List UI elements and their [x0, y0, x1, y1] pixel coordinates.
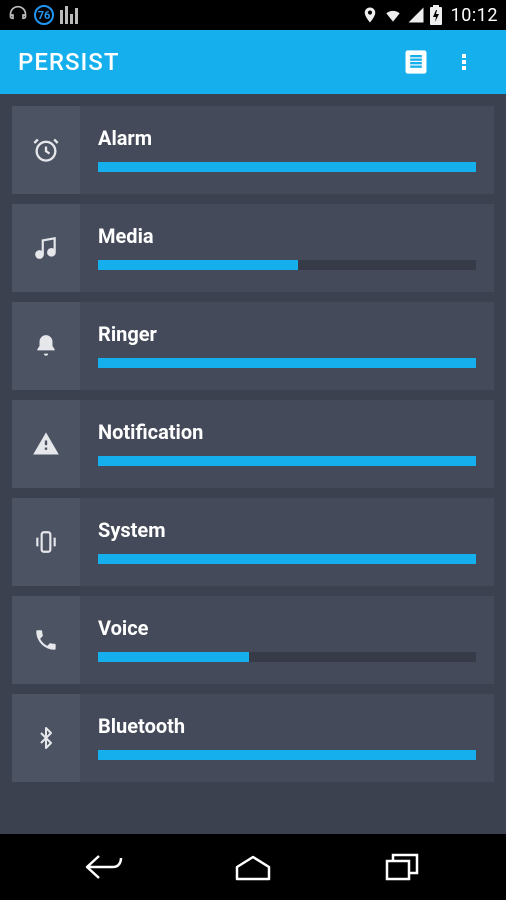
- volume-row-voice[interactable]: Voice: [12, 596, 494, 684]
- battery-charging-icon: [429, 5, 443, 25]
- volume-body: Media: [80, 204, 494, 292]
- volume-row-media[interactable]: Media: [12, 204, 494, 292]
- volume-row-system[interactable]: System: [12, 498, 494, 586]
- volume-row-ringer[interactable]: Ringer: [12, 302, 494, 390]
- warning-icon: [12, 400, 80, 488]
- volume-label: Bluetooth: [98, 714, 476, 738]
- app-title: PERSIST: [18, 48, 119, 76]
- volume-slider-fill: [98, 456, 476, 466]
- volume-label: Notification: [98, 420, 476, 444]
- volume-row-alarm[interactable]: Alarm: [12, 106, 494, 194]
- volume-slider[interactable]: [98, 162, 476, 172]
- music-icon: [12, 204, 80, 292]
- bell-icon: [12, 302, 80, 390]
- call-icon: [12, 596, 80, 684]
- volume-slider[interactable]: [98, 750, 476, 760]
- volume-body: Alarm: [80, 106, 494, 194]
- volume-list: Alarm Media Ringer Notification System Voice B…: [0, 94, 506, 834]
- volume-row-notification[interactable]: Notification: [12, 400, 494, 488]
- volume-slider-fill: [98, 652, 249, 662]
- volume-body: Notification: [80, 400, 494, 488]
- badge-number-icon: 76: [34, 5, 54, 25]
- volume-body: System: [80, 498, 494, 586]
- headphones-icon: [8, 5, 28, 25]
- volume-label: Ringer: [98, 322, 476, 346]
- recent-apps-button[interactable]: [362, 842, 442, 892]
- volume-label: System: [98, 518, 476, 542]
- volume-row-bluetooth[interactable]: Bluetooth: [12, 694, 494, 782]
- volume-slider[interactable]: [98, 260, 476, 270]
- back-button[interactable]: [64, 842, 144, 892]
- volume-slider-fill: [98, 358, 476, 368]
- volume-slider[interactable]: [98, 652, 476, 662]
- volume-slider-fill: [98, 260, 298, 270]
- wifi-icon: [383, 5, 403, 25]
- volume-slider[interactable]: [98, 456, 476, 466]
- overflow-menu-button[interactable]: [440, 38, 488, 86]
- volume-slider-fill: [98, 162, 476, 172]
- bluetooth-icon: [12, 694, 80, 782]
- volume-label: Alarm: [98, 126, 476, 150]
- phone-vibrate-icon: [12, 498, 80, 586]
- app-bar: PERSIST: [0, 30, 506, 94]
- volume-slider[interactable]: [98, 554, 476, 564]
- equalizer-icon: [60, 6, 78, 24]
- volume-body: Bluetooth: [80, 694, 494, 782]
- volume-body: Voice: [80, 596, 494, 684]
- volume-slider[interactable]: [98, 358, 476, 368]
- list-button[interactable]: [392, 38, 440, 86]
- location-icon: [361, 6, 379, 24]
- status-bar: 76 10:12: [0, 0, 506, 30]
- alarm-icon: [12, 106, 80, 194]
- signal-icon: [407, 6, 425, 24]
- volume-slider-fill: [98, 554, 476, 564]
- home-button[interactable]: [213, 842, 293, 892]
- volume-label: Voice: [98, 616, 476, 640]
- volume-label: Media: [98, 224, 476, 248]
- status-time: 10:12: [451, 5, 498, 26]
- navigation-bar: [0, 834, 506, 900]
- volume-slider-fill: [98, 750, 476, 760]
- volume-body: Ringer: [80, 302, 494, 390]
